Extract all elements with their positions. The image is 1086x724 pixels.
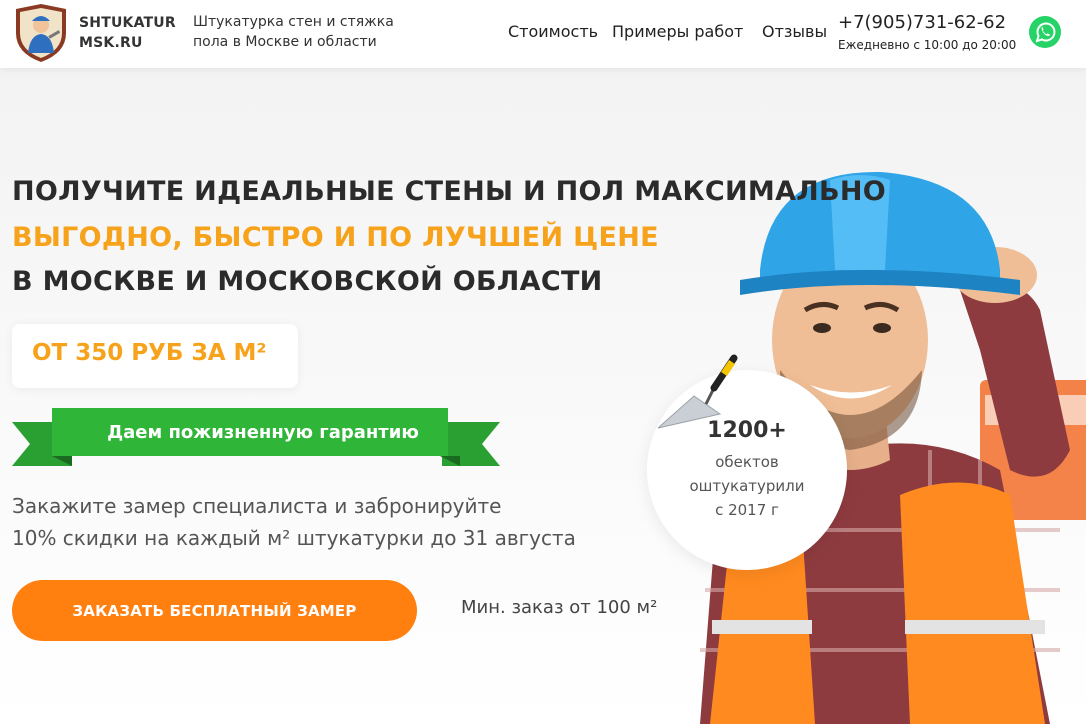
nav-link-price[interactable]: Стоимость bbox=[508, 22, 598, 41]
price-card: ОТ 350 РУБ ЗА М² bbox=[12, 324, 298, 388]
stat-caption-line-2: оштукатурили bbox=[689, 477, 805, 495]
hero-headline-line-2: ВЫГОДНО, БЫСТРО И ПО ЛУЧШЕЙ ЦЕНЕ bbox=[12, 222, 659, 253]
stat-caption: обектов оштукатурили с 2017 г bbox=[667, 450, 827, 522]
hero-headline-line-1: ПОЛУЧИТЕ ИДЕАЛЬНЫЕ СТЕНЫ И ПОЛ МАКСИМАЛЬ… bbox=[12, 176, 887, 207]
nav-link-reviews[interactable]: Отзывы bbox=[762, 22, 827, 41]
stat-caption-line-1: обектов bbox=[715, 453, 779, 471]
logo-line-2: MSK.RU bbox=[79, 35, 143, 51]
logo-line-1: SHTUKATUR bbox=[79, 15, 176, 31]
order-measurement-button[interactable]: ЗАКАЗАТЬ БЕСПЛАТНЫЙ ЗАМЕР bbox=[12, 580, 417, 641]
offer-line-1: Закажите замер специалиста и забронируйт… bbox=[12, 494, 502, 518]
offer-text: Закажите замер специалиста и забронируйт… bbox=[12, 490, 576, 554]
guarantee-ribbon: Даем пожизненную гарантию bbox=[12, 408, 502, 470]
tagline-line-2: пола в Москве и области bbox=[193, 34, 377, 50]
offer-line-2: 10% скидки на каждый м² штукатурки до 31… bbox=[12, 526, 576, 550]
nav-link-portfolio[interactable]: Примеры работ bbox=[612, 22, 743, 41]
logo-icon[interactable] bbox=[12, 3, 70, 63]
stat-caption-line-3: с 2017 г bbox=[715, 501, 779, 519]
min-order-text: Мин. заказ от 100 м² bbox=[461, 597, 658, 618]
site-header: SHTUKATUR MSK.RU Штукатурка стен и стяжк… bbox=[0, 0, 1086, 68]
logo-text[interactable]: SHTUKATUR MSK.RU bbox=[79, 13, 176, 53]
stat-number: 1200+ bbox=[707, 418, 787, 443]
hero-headline-line-3: В МОСКВЕ И МОСКОВСКОЙ ОБЛАСТИ bbox=[12, 266, 603, 297]
working-hours: Ежедневно с 10:00 до 20:00 bbox=[838, 38, 1017, 52]
price-text: ОТ 350 РУБ ЗА М² bbox=[32, 340, 267, 366]
phone-number[interactable]: +7(905)731-62-62 bbox=[838, 12, 1006, 33]
guarantee-text: Даем пожизненную гарантию bbox=[107, 422, 419, 443]
whatsapp-icon[interactable] bbox=[1028, 15, 1062, 49]
tagline-line-1: Штукатурка стен и стяжка bbox=[193, 14, 394, 30]
header-tagline: Штукатурка стен и стяжка пола в Москве и… bbox=[193, 12, 394, 52]
